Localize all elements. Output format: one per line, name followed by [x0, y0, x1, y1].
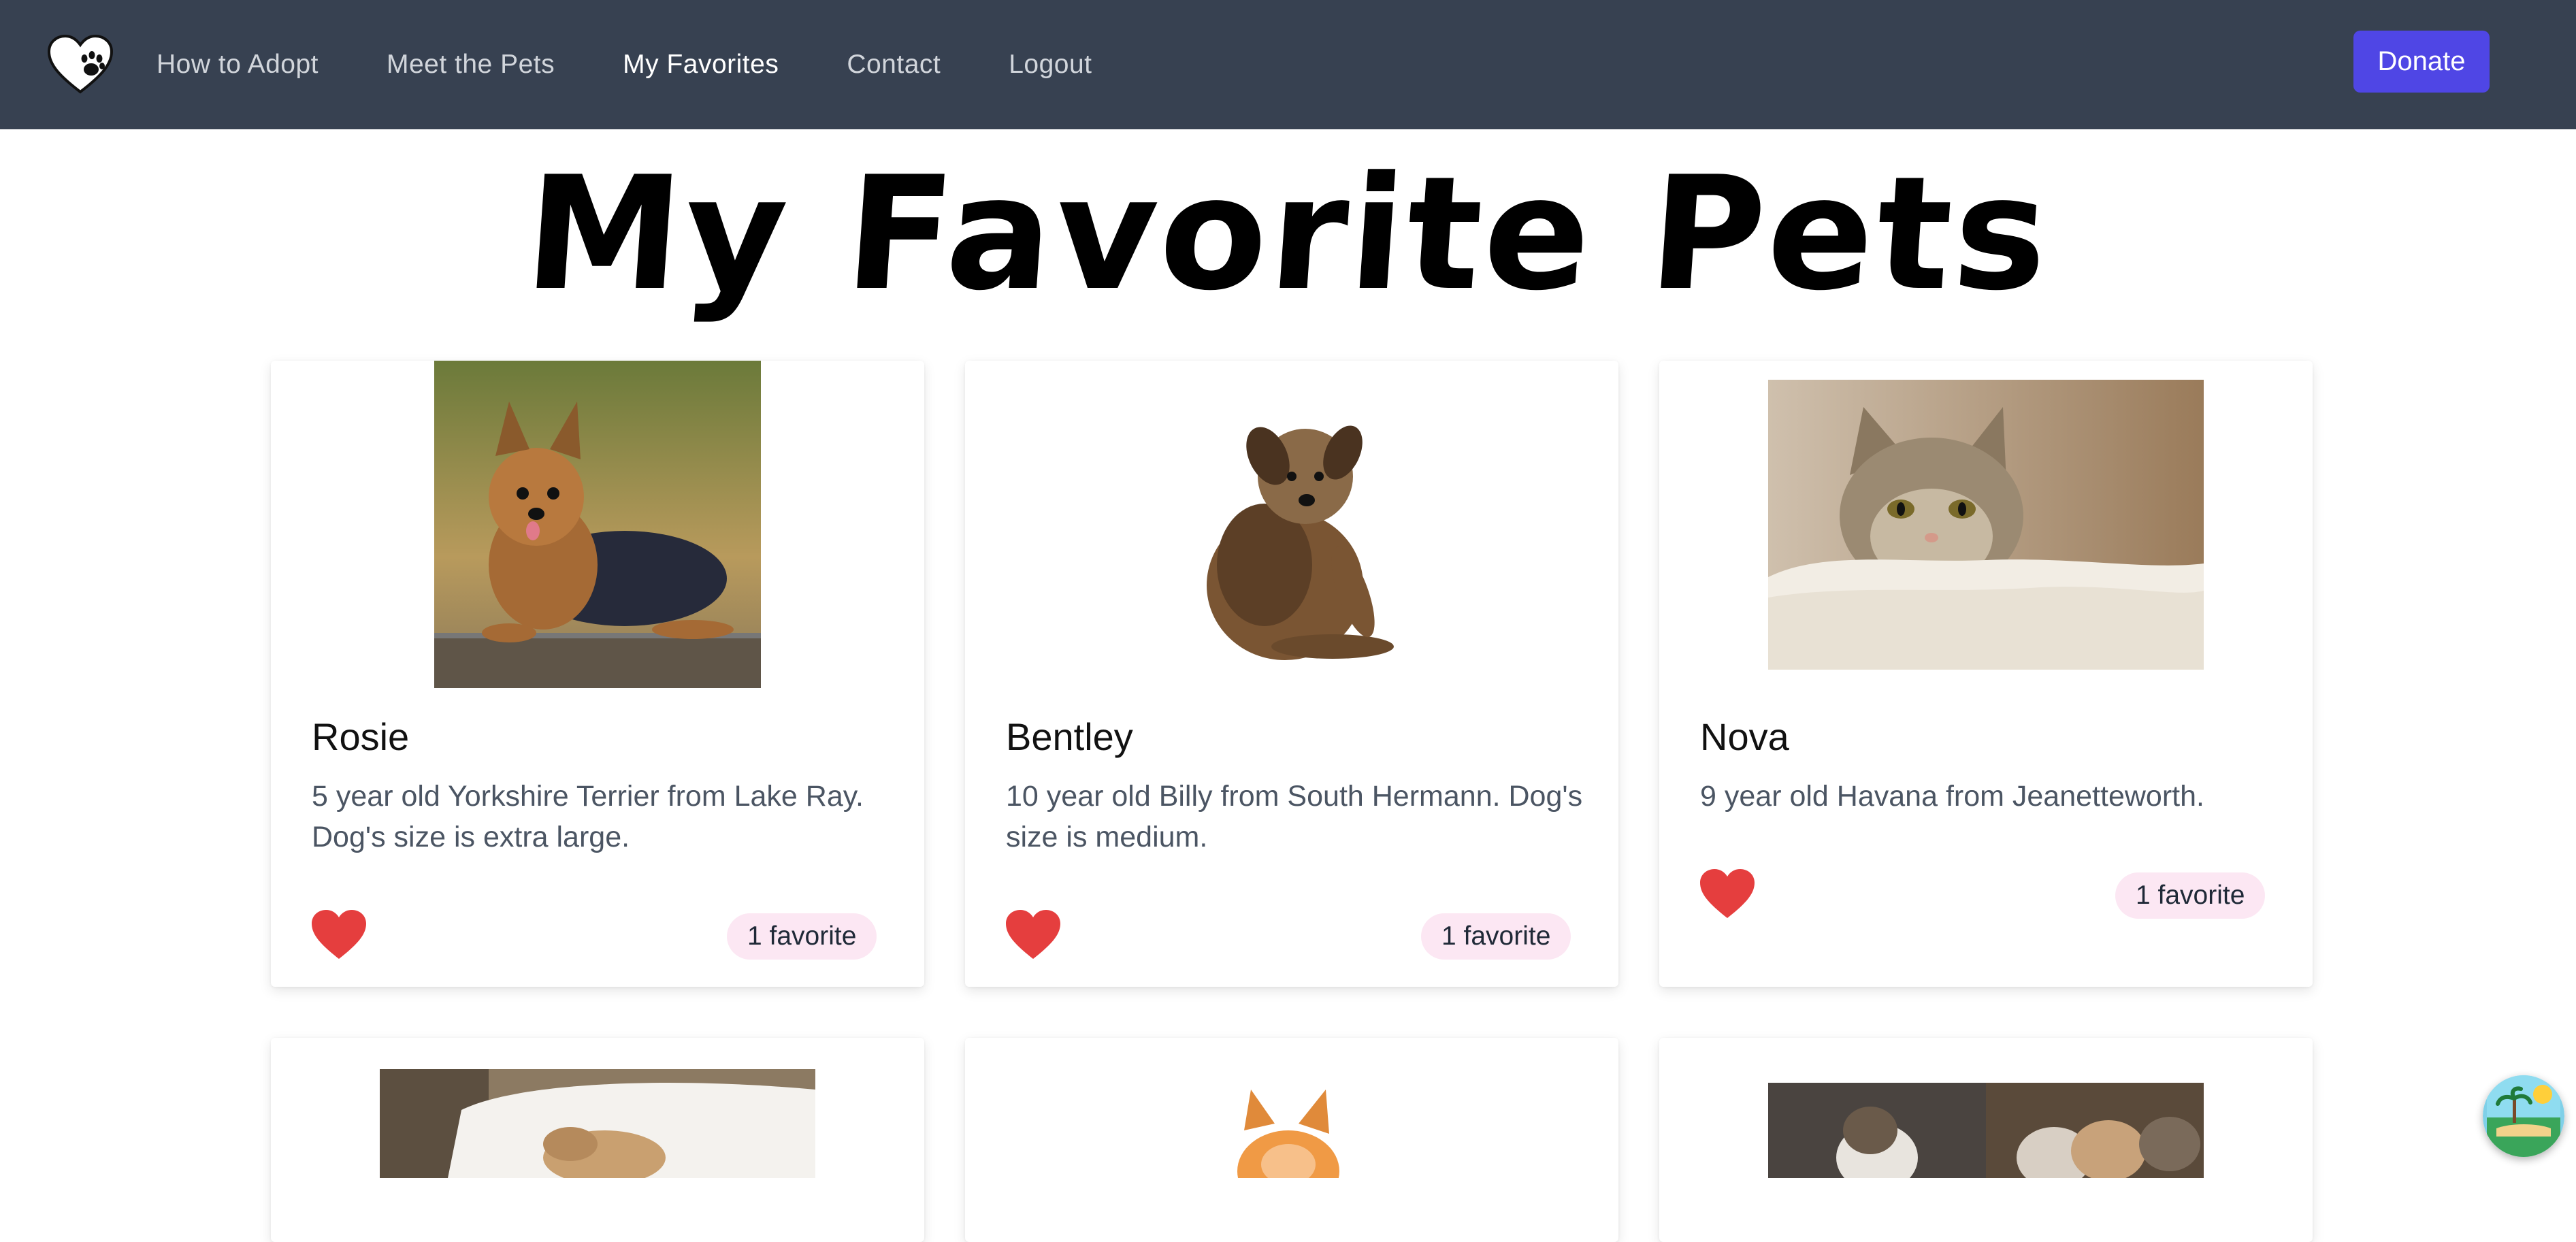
pet-card-row2-3 — [1659, 1038, 2313, 1242]
paw-heart-logo-icon[interactable] — [46, 34, 114, 95]
page-title: My Favorite Pets — [519, 144, 2057, 325]
favorite-count-badge: 1 favorite — [727, 913, 877, 960]
heart-icon[interactable] — [1699, 868, 1756, 919]
pet-description: 10 year old Billy from South Hermann. Do… — [1006, 780, 1583, 853]
pet-card-rosie: Rosie 5 year old Yorkshire Terrier from … — [271, 361, 924, 987]
pet-photo-rosie[interactable] — [434, 361, 761, 688]
favorite-count-badge: 1 favorite — [2115, 872, 2266, 919]
pet-card-row2-1 — [271, 1038, 924, 1242]
pet-description: 9 year old Havana from Jeanetteworth. — [1700, 780, 2204, 813]
pet-photo-bentley[interactable] — [1128, 361, 1455, 688]
pet-card-bentley: Bentley 10 year old Billy from South Her… — [965, 361, 1618, 987]
heart-icon[interactable] — [1005, 909, 1062, 960]
pet-name: Bentley — [1006, 715, 1133, 758]
heart-icon[interactable] — [310, 909, 368, 960]
nav-links: How to Adopt Meet the Pets My Favorites … — [157, 0, 1160, 129]
nav-meet-the-pets[interactable]: Meet the Pets — [387, 50, 555, 80]
pet-photo[interactable] — [1768, 1083, 2204, 1178]
donate-button[interactable]: Donate — [2353, 31, 2490, 93]
pet-name: Rosie — [312, 715, 410, 758]
pet-description: 5 year old Yorkshire Terrier from Lake R… — [312, 780, 864, 853]
pet-photo[interactable] — [380, 1069, 815, 1178]
navbar: How to Adopt Meet the Pets My Favorites … — [0, 0, 2576, 129]
pet-photo[interactable] — [1128, 1069, 1455, 1178]
pet-name: Nova — [1700, 715, 1789, 758]
nav-how-to-adopt[interactable]: How to Adopt — [157, 50, 319, 80]
pet-card-row2-2 — [965, 1038, 1618, 1242]
pet-photo-nova[interactable] — [1768, 380, 2204, 670]
nav-logout[interactable]: Logout — [1009, 50, 1092, 80]
favorite-count-badge: 1 favorite — [1421, 913, 1571, 960]
nav-contact[interactable]: Contact — [847, 50, 941, 80]
beach-widget-icon[interactable] — [2483, 1075, 2564, 1157]
pet-card-nova: Nova 9 year old Havana from Jeanettewort… — [1659, 361, 2313, 987]
nav-my-favorites[interactable]: My Favorites — [623, 50, 779, 80]
